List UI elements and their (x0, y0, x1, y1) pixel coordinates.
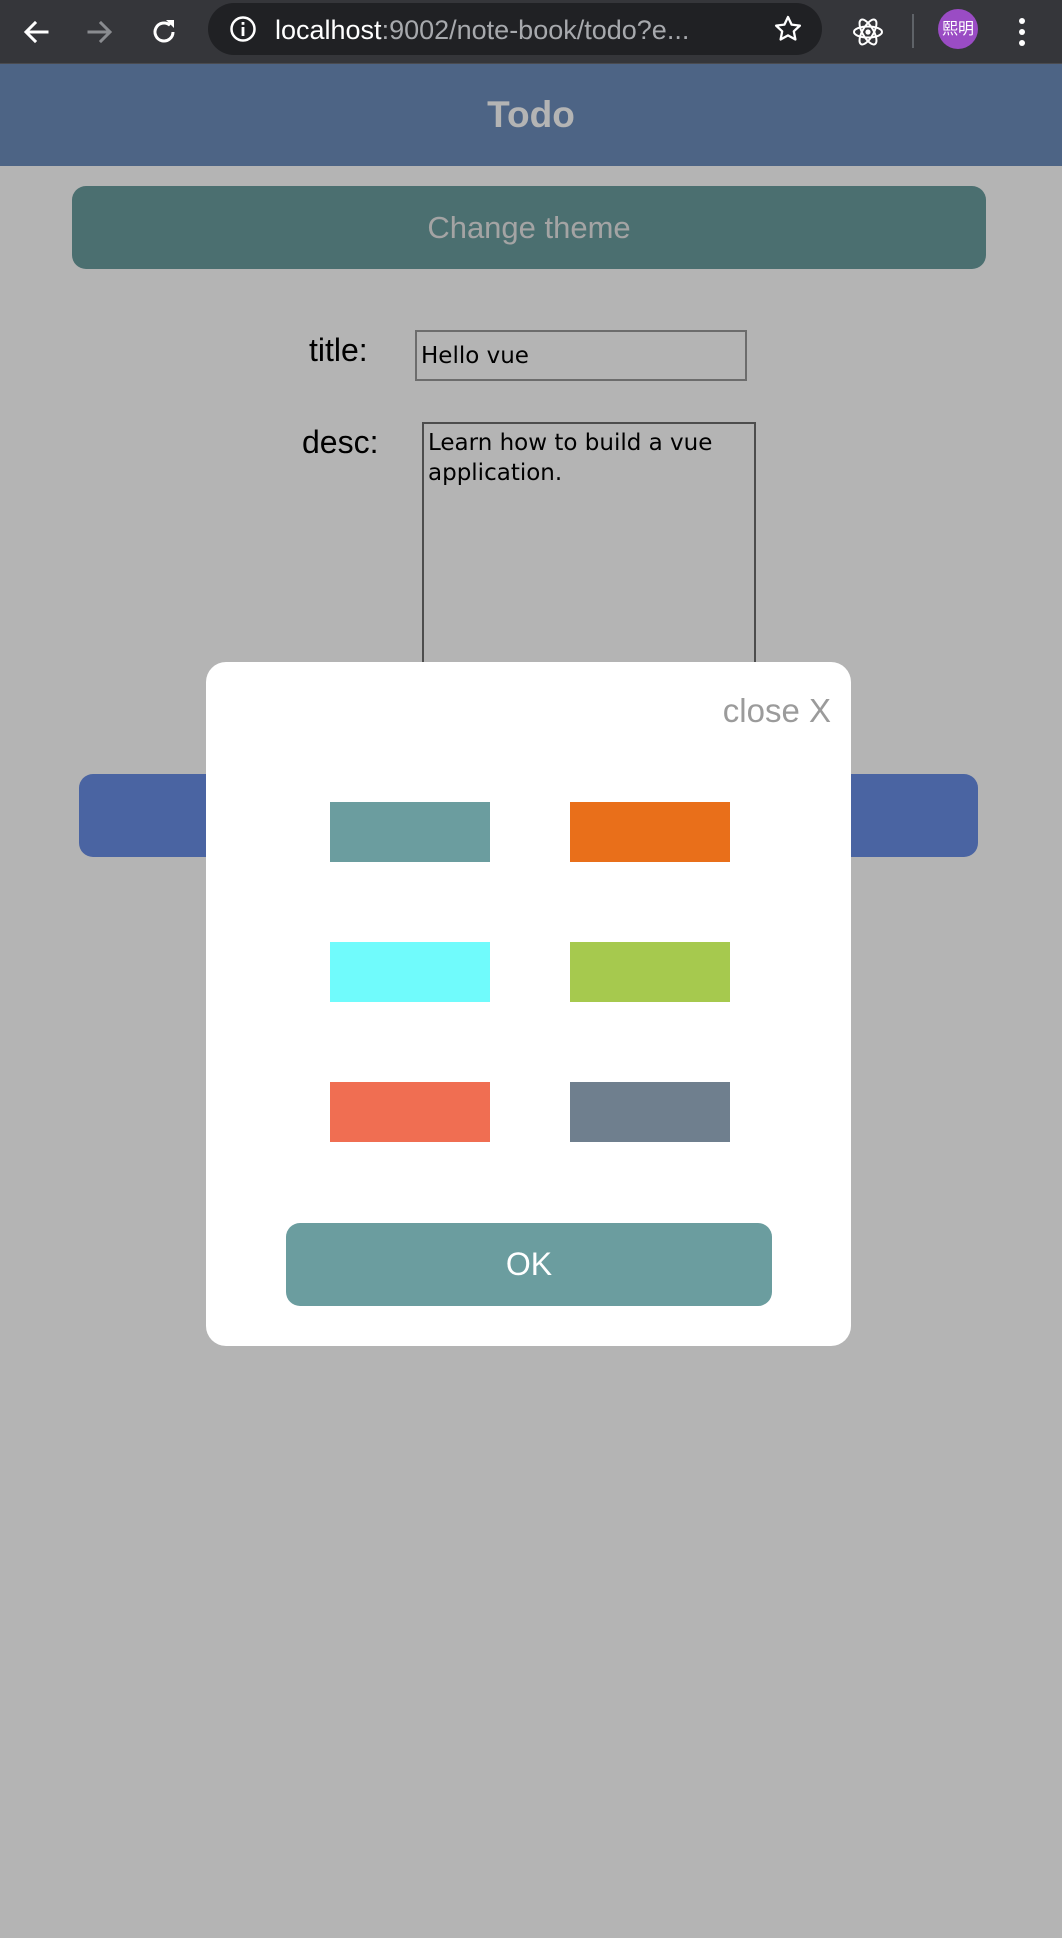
url-host: localhost (275, 15, 382, 45)
forward-button[interactable] (74, 6, 126, 58)
kebab-menu-icon (1016, 16, 1028, 48)
theme-swatch-orange[interactable] (570, 802, 730, 862)
react-atom-icon (851, 15, 885, 49)
url-text[interactable]: localhost:9002/note-book/todo?e... (275, 14, 755, 46)
browser-menu-button[interactable] (996, 6, 1048, 58)
url-path: :9002/note-book/todo?e... (381, 15, 690, 45)
browser-toolbar: localhost:9002/note-book/todo?e... 熙明 (0, 0, 1062, 64)
theme-swatch-teal[interactable] (330, 802, 490, 862)
arrow-right-icon (85, 17, 115, 47)
close-button[interactable]: close X (723, 692, 831, 730)
profile-avatar[interactable]: 熙明 (938, 9, 978, 49)
toolbar-divider (912, 14, 914, 48)
back-button[interactable] (10, 6, 62, 58)
address-bar[interactable]: localhost:9002/note-book/todo?e... (208, 3, 822, 55)
ok-button[interactable]: OK (286, 1223, 772, 1306)
theme-swatch-coral[interactable] (330, 1082, 490, 1142)
theme-swatch-slate[interactable] (570, 1082, 730, 1142)
react-devtools-button[interactable] (842, 6, 894, 58)
info-icon[interactable] (228, 14, 258, 44)
theme-picker-modal: close X OK (206, 662, 851, 1346)
reload-icon (148, 16, 180, 48)
theme-swatch-cyan[interactable] (330, 942, 490, 1002)
reload-button[interactable] (138, 6, 190, 58)
theme-swatch-green[interactable] (570, 942, 730, 1002)
star-icon[interactable] (772, 13, 804, 45)
arrow-left-icon (21, 17, 51, 47)
